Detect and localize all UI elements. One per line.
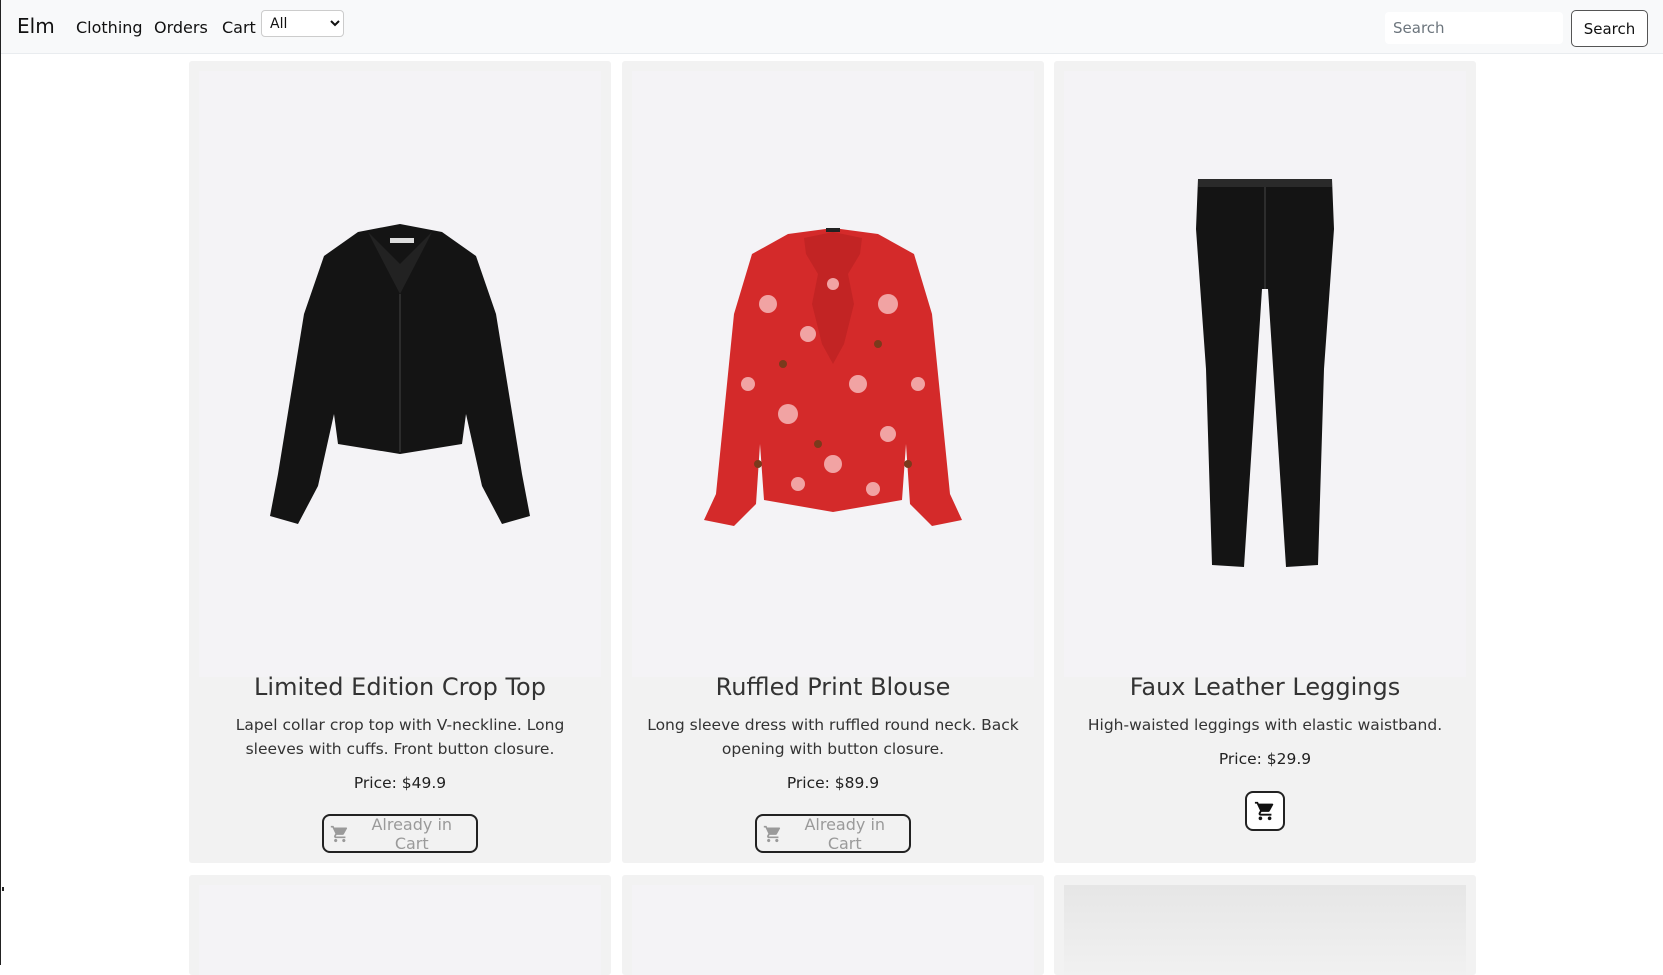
already-in-cart-button[interactable]: Already in Cart [322, 814, 478, 853]
product-title: Faux Leather Leggings [1129, 673, 1401, 701]
already-in-cart-label: Already in Cart [371, 814, 453, 853]
product-description: High-waisted leggings with elastic waist… [1087, 716, 1443, 734]
search-input[interactable] [1385, 12, 1563, 44]
category-select[interactable]: All [261, 10, 344, 37]
black-leggings-image [1196, 179, 1334, 567]
add-to-cart-button[interactable] [1245, 791, 1285, 831]
product-card: Limited Edition Crop Top Lapel collar cr… [189, 61, 611, 863]
black-crop-top-image [270, 224, 530, 524]
red-floral-blouse-image [704, 228, 962, 526]
nav-link-cart[interactable]: Cart [222, 18, 256, 37]
cart-icon [763, 825, 781, 842]
product-description: Long sleeve dress with ruffled round nec… [647, 716, 1019, 758]
nav-link-clothing[interactable]: Clothing [76, 18, 143, 37]
already-in-cart-button[interactable]: Already in Cart [755, 814, 911, 853]
product-image-frame [1064, 885, 1466, 975]
product-description: Lapel collar crop top with V-neckline. L… [235, 716, 565, 758]
product-price: Price: $49.9 [353, 774, 447, 792]
product-image-frame [632, 71, 1034, 677]
product-price: Price: $29.9 [1218, 750, 1312, 768]
brand-logo[interactable]: Elm [17, 14, 55, 38]
product-card-partial [622, 875, 1044, 975]
product-image-frame [632, 885, 1034, 975]
product-card-partial [189, 875, 611, 975]
product-image-frame [1064, 71, 1466, 677]
product-price: Price: $89.9 [786, 774, 880, 792]
product-card: Faux Leather Leggings High-waisted leggi… [1054, 61, 1476, 863]
search-button[interactable]: Search [1571, 10, 1648, 47]
cart-icon [1254, 801, 1274, 821]
product-title: Limited Edition Crop Top [254, 673, 546, 701]
product-card: Ruffled Print Blouse Long sleeve dress w… [622, 61, 1044, 863]
edge-divider [2, 887, 4, 891]
cart-icon [330, 825, 348, 842]
product-title: Ruffled Print Blouse [715, 673, 951, 701]
already-in-cart-label: Already in Cart [804, 814, 886, 853]
product-image-frame [199, 71, 601, 677]
product-card-partial [1054, 875, 1476, 975]
product-image-frame [199, 885, 601, 975]
nav-link-orders[interactable]: Orders [154, 18, 208, 37]
top-navbar: Elm Clothing Orders Cart All Search [1, 0, 1663, 54]
